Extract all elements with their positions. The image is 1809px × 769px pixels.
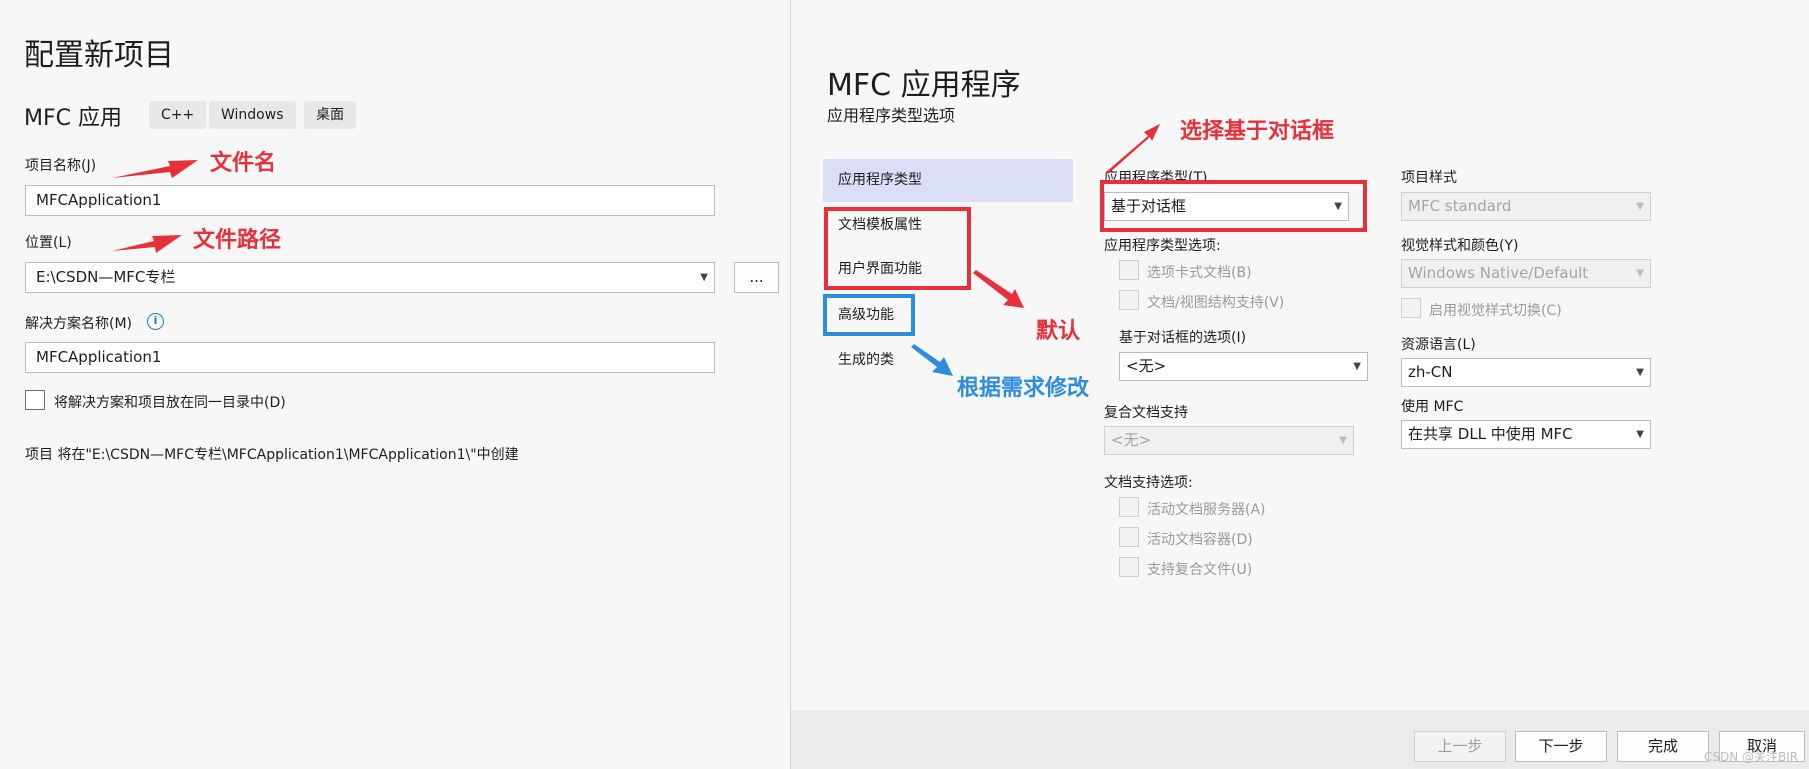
annotation-choose-dialog: 选择基于对话框 xyxy=(1180,119,1335,144)
annotation-filepath: 文件路径 xyxy=(193,228,282,253)
arrow-icon xyxy=(1106,124,1160,174)
arrow-icon xyxy=(112,235,182,253)
annotation-filename: 文件名 xyxy=(210,151,277,176)
annotation-modify: 根据需求修改 xyxy=(957,376,1090,401)
highlight-box-advanced xyxy=(823,294,915,336)
arrow-icon xyxy=(911,344,953,376)
arrow-icon xyxy=(112,160,198,178)
annotation-arrows xyxy=(112,124,1160,376)
arrow-icon xyxy=(973,270,1024,308)
highlight-box-app-type xyxy=(1100,180,1367,232)
annotation-default: 默认 xyxy=(1036,319,1081,344)
highlight-box-doc-ui xyxy=(824,207,971,290)
